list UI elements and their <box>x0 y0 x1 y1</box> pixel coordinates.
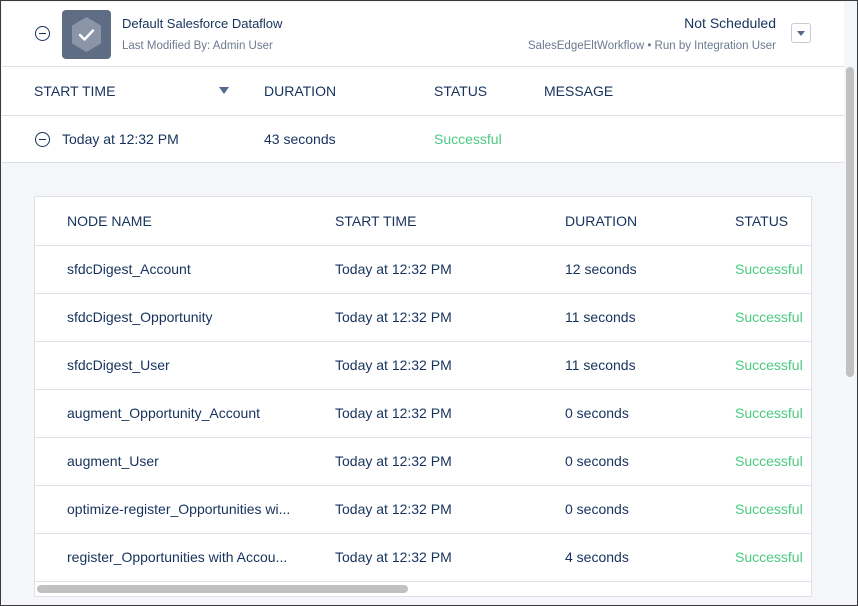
run-table-header: START TIME DURATION STATUS MESSAGE <box>2 67 844 116</box>
table-row[interactable]: sfdcDigest_Opportunity Today at 12:32 PM… <box>35 294 811 342</box>
node-status: Successful <box>735 453 803 469</box>
dataflow-monitor-panel: Default Salesforce Dataflow Last Modifie… <box>0 0 858 606</box>
run-status: Successful <box>434 131 502 147</box>
node-name: sfdcDigest_Opportunity <box>67 309 213 325</box>
node-name: augment_Opportunity_Account <box>67 405 261 421</box>
column-status[interactable]: STATUS <box>434 83 487 99</box>
node-name: sfdcDigest_Account <box>67 261 191 277</box>
column-node-start-time[interactable]: START TIME <box>335 213 416 229</box>
node-start-time: Today at 12:32 PM <box>335 405 452 421</box>
run-start-time: Today at 12:32 PM <box>62 131 179 147</box>
node-status: Successful <box>735 549 803 565</box>
dataflow-header: Default Salesforce Dataflow Last Modifie… <box>2 2 844 67</box>
node-start-time: Today at 12:32 PM <box>335 549 452 565</box>
node-status: Successful <box>735 501 803 517</box>
node-start-time: Today at 12:32 PM <box>335 261 452 277</box>
node-status: Successful <box>735 357 803 373</box>
node-start-time: Today at 12:32 PM <box>335 357 452 373</box>
column-node-duration[interactable]: DURATION <box>565 213 637 229</box>
node-status: Successful <box>735 309 803 325</box>
schedule-subtitle: SalesEdgeEltWorkflow • Run by Integratio… <box>528 40 776 52</box>
node-status: Successful <box>735 405 803 421</box>
table-row[interactable]: optimize-register_Opportunities wi... To… <box>35 486 811 534</box>
collapse-icon[interactable] <box>35 132 50 147</box>
node-start-time: Today at 12:32 PM <box>335 501 452 517</box>
table-row[interactable]: register_Opportunities with Accou... Tod… <box>35 534 811 582</box>
node-duration: 4 seconds <box>565 549 629 565</box>
collapse-icon[interactable] <box>35 26 50 41</box>
node-duration: 11 seconds <box>565 309 636 325</box>
column-start-time[interactable]: START TIME <box>34 83 115 99</box>
vertical-scroll-thumb[interactable] <box>846 67 854 377</box>
node-name: optimize-register_Opportunities wi... <box>67 501 291 517</box>
column-node-status[interactable]: STATUS <box>735 213 788 229</box>
node-start-time: Today at 12:32 PM <box>335 453 452 469</box>
node-details-table: NODE NAME START TIME DURATION STATUS sfd… <box>34 196 812 597</box>
schedule-status: Not Scheduled <box>684 15 776 31</box>
horizontal-scroll-thumb[interactable] <box>37 585 408 593</box>
node-name: sfdcDigest_User <box>67 357 170 373</box>
column-message[interactable]: MESSAGE <box>544 83 613 99</box>
column-node-name[interactable]: NODE NAME <box>67 213 152 229</box>
node-duration: 0 seconds <box>565 405 629 421</box>
run-duration: 43 seconds <box>264 131 336 147</box>
node-name: augment_User <box>67 453 159 469</box>
table-row[interactable]: augment_User Today at 12:32 PM 0 seconds… <box>35 438 811 486</box>
node-start-time: Today at 12:32 PM <box>335 309 452 325</box>
horizontal-scrollbar[interactable] <box>35 582 811 596</box>
node-name: register_Opportunities with Accou... <box>67 549 288 565</box>
node-duration: 12 seconds <box>565 261 637 277</box>
table-row[interactable]: sfdcDigest_User Today at 12:32 PM 11 sec… <box>35 342 811 390</box>
node-duration: 0 seconds <box>565 453 629 469</box>
node-duration: 0 seconds <box>565 501 629 517</box>
column-duration[interactable]: DURATION <box>264 83 336 99</box>
dataflow-title: Default Salesforce Dataflow <box>122 16 283 31</box>
table-row[interactable]: augment_Opportunity_Account Today at 12:… <box>35 390 811 438</box>
node-duration: 11 seconds <box>565 357 636 373</box>
run-row[interactable]: Today at 12:32 PM 43 seconds Successful <box>2 116 844 163</box>
table-row[interactable]: sfdcDigest_Account Today at 12:32 PM 12 … <box>35 246 811 294</box>
checkmark-hexagon-icon <box>62 10 111 59</box>
actions-dropdown-button[interactable] <box>791 23 811 43</box>
last-modified: Last Modified By: Admin User <box>122 40 273 52</box>
sort-down-icon[interactable] <box>219 87 229 94</box>
node-status: Successful <box>735 261 803 277</box>
node-table-header: NODE NAME START TIME DURATION STATUS <box>35 197 811 246</box>
